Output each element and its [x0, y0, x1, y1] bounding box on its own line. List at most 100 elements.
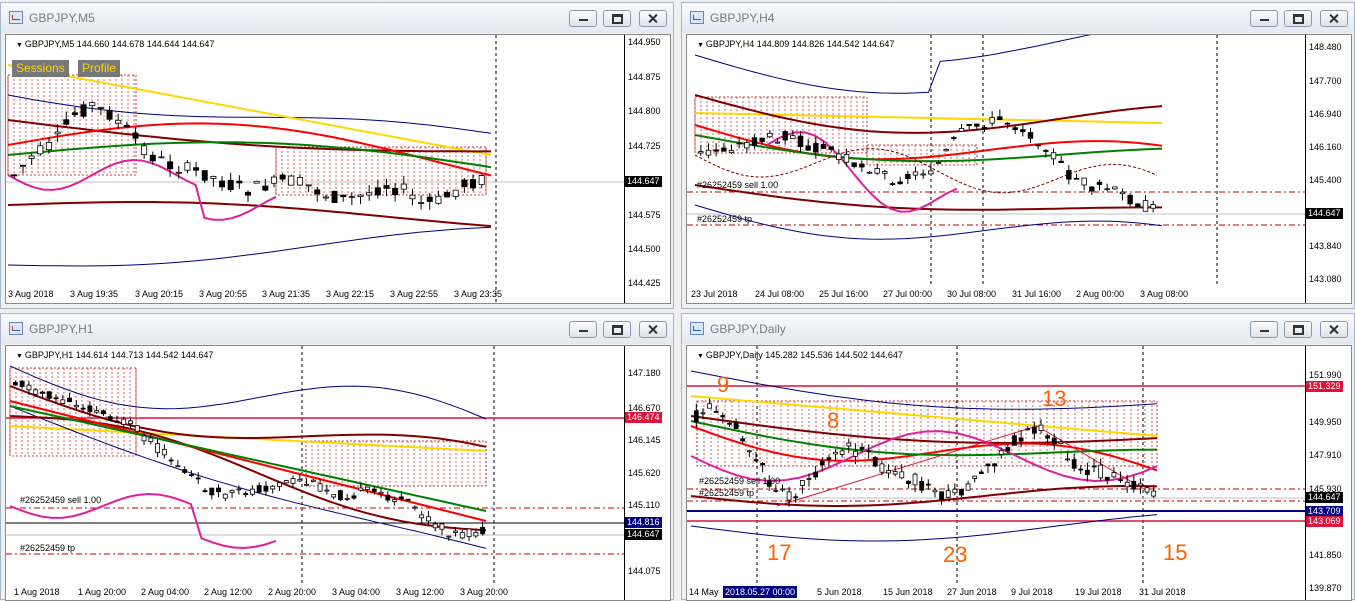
candle [288, 175, 295, 186]
price-label: 147.700 [1309, 76, 1342, 86]
moving-average-red [694, 124, 1163, 161]
candle [412, 506, 418, 509]
candle [889, 183, 896, 185]
candle [219, 180, 226, 188]
candle [473, 532, 479, 537]
window-title: GBPJPY,H1 [29, 322, 94, 336]
candle [721, 147, 727, 152]
level-price-tag: 146.474 [625, 412, 662, 423]
maximize-button[interactable] [603, 10, 631, 27]
candle [866, 171, 873, 174]
candle [40, 391, 45, 394]
candle [892, 471, 898, 475]
candle [744, 142, 750, 149]
close-button[interactable] [1320, 321, 1348, 338]
maximize-button[interactable] [1284, 321, 1312, 338]
candle [340, 194, 347, 198]
chart-area[interactable]: GBPJPY,H4 144.809 144.826 144.542 144.64… [686, 34, 1352, 304]
close-button[interactable] [639, 321, 667, 338]
candle [959, 489, 964, 496]
candle [63, 119, 70, 125]
minimize-button[interactable] [1250, 10, 1278, 27]
close-button[interactable] [639, 10, 667, 27]
candle [296, 177, 303, 186]
time-label: 3 Aug 20:15 [135, 289, 184, 299]
price-label: 139.870 [1309, 583, 1342, 593]
candle [19, 164, 26, 167]
candle [797, 135, 804, 148]
candle [141, 435, 147, 442]
title-bar[interactable]: GBPJPY,Daily [682, 314, 1354, 344]
chart-area[interactable]: GBPJPY,Daily 145.282 145.536 144.502 144… [686, 345, 1352, 601]
candle [866, 450, 872, 453]
maximize-button[interactable] [1284, 10, 1312, 27]
chart-window-m5[interactable]: GBPJPY,M5 GBPJPY,M5 144.660 144.678 144.… [0, 2, 674, 309]
time-label: 3 Aug 20:55 [199, 289, 248, 299]
candle [1118, 479, 1123, 482]
close-button[interactable] [1320, 10, 1348, 27]
minimize-button[interactable] [569, 10, 597, 27]
title-bar[interactable]: GBPJPY,H4 [682, 3, 1354, 33]
oscillator-line [7, 158, 277, 221]
candle [385, 494, 391, 501]
candle [790, 135, 796, 139]
candle [1150, 204, 1156, 209]
wave-label: 15 [1163, 540, 1188, 565]
candle [459, 531, 465, 539]
candle [1119, 191, 1126, 195]
chart-window-h1[interactable]: GBPJPY,H1 GBPJPY,H1 144.614 144.713 144.… [0, 313, 674, 601]
candle [67, 397, 72, 403]
candle [209, 487, 215, 496]
candle [1045, 435, 1051, 439]
time-label: 19 Jul 2018 [1075, 587, 1122, 597]
chart-window-daily[interactable]: GBPJPY,Daily GBPJPY,Daily 145.282 145.53… [681, 313, 1355, 601]
candle [290, 478, 296, 484]
maximize-button[interactable] [603, 321, 631, 338]
candle [713, 410, 719, 413]
window-title: GBPJPY,M5 [29, 11, 95, 25]
price-label: 145.400 [1309, 175, 1342, 185]
title-bar[interactable]: GBPJPY,H1 [1, 314, 673, 344]
minimize-button[interactable] [1250, 321, 1278, 338]
symbol-header: GBPJPY,Daily 145.282 145.536 144.502 144… [697, 350, 903, 360]
candle [305, 184, 312, 187]
chart-area[interactable]: GBPJPY,M5 144.660 144.678 144.644 144.64… [5, 34, 671, 304]
time-label: 3 Aug 04:00 [332, 587, 381, 597]
candle [978, 471, 984, 475]
candle [833, 451, 838, 455]
price-label: 141.850 [1309, 550, 1342, 560]
candle [148, 437, 154, 443]
bollinger-lower [7, 226, 492, 267]
price-label: 145.620 [628, 468, 661, 478]
candle [1124, 481, 1130, 488]
candle [1096, 181, 1103, 185]
candle [202, 490, 208, 492]
candle [466, 528, 472, 537]
candle [400, 183, 407, 190]
sessions-button[interactable]: Sessions [12, 60, 69, 77]
candle [693, 410, 699, 423]
time-label: 5 Jun 2018 [817, 587, 862, 597]
candle [805, 145, 811, 151]
candle [80, 407, 86, 410]
candle [263, 485, 269, 492]
price-axis: 147.180 146.670 146.145 145.620 145.110 … [624, 346, 662, 600]
time-label: 2 Aug 20:00 [268, 587, 317, 597]
candle [461, 179, 468, 188]
profile-button[interactable]: Profile [78, 60, 121, 77]
candle [331, 494, 337, 498]
wave-label: 17 [767, 540, 792, 565]
minimize-button[interactable] [569, 321, 597, 338]
title-bar[interactable]: GBPJPY,M5 [1, 3, 673, 33]
candle [123, 125, 130, 128]
time-label: 25 Jul 16:00 [819, 289, 869, 299]
chart-window-h4[interactable]: GBPJPY,H4 GBPJPY,H4 144.809 144.826 144.… [681, 2, 1355, 309]
candle [935, 162, 942, 164]
candle [985, 463, 991, 467]
candle [952, 488, 958, 494]
candle [989, 116, 995, 124]
candle [945, 490, 951, 498]
chart-area[interactable]: GBPJPY,H1 144.614 144.713 144.542 144.64… [5, 345, 671, 601]
time-label: 3 Aug 2018 [8, 289, 54, 299]
candle [310, 479, 316, 482]
